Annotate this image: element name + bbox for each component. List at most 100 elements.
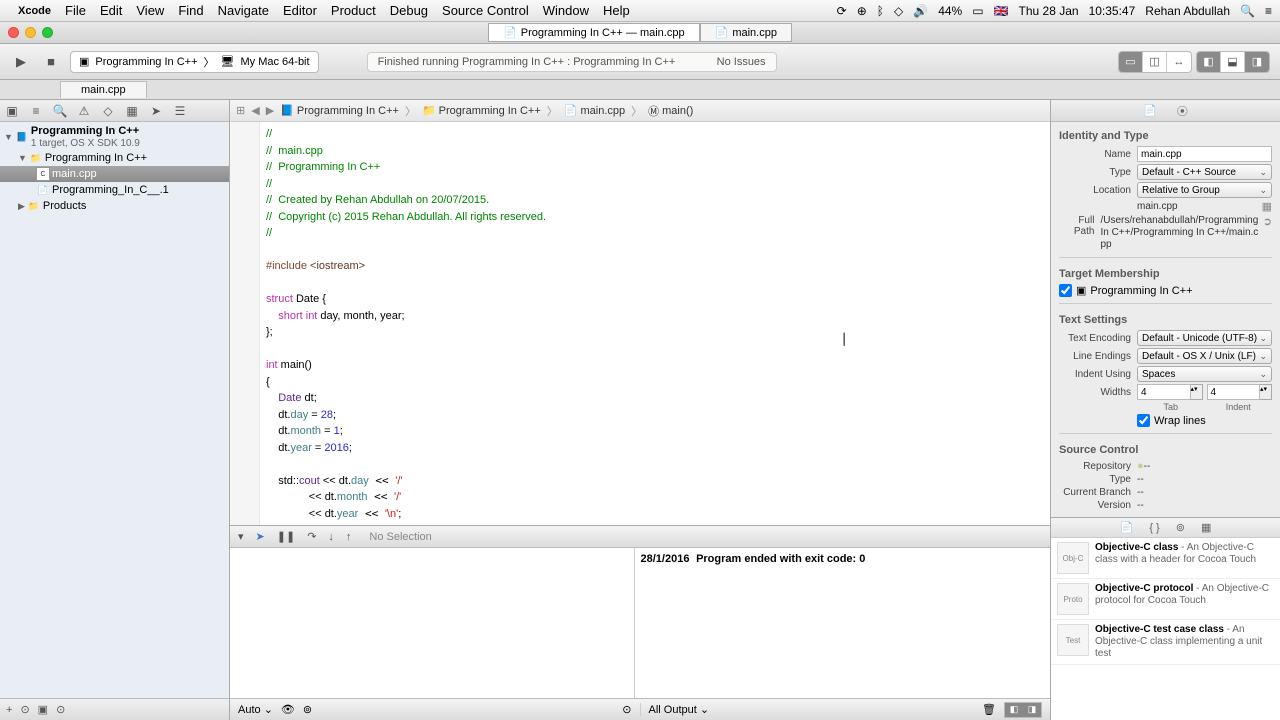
wifi-icon[interactable]: ◇: [894, 4, 903, 18]
step-into-icon[interactable]: ↓: [328, 531, 334, 543]
folder-row[interactable]: ▶ 📁 Products: [0, 198, 229, 214]
scheme-selector[interactable]: ▣ Programming In C++ 〉 🖥 My Mac 64-bit: [70, 51, 319, 73]
auto-scope-selector[interactable]: Auto ⌄: [238, 703, 273, 716]
standard-editor-button[interactable]: ▭: [1119, 52, 1143, 72]
file-inspector-icon[interactable]: 📄: [1143, 104, 1157, 117]
assistant-editor-button[interactable]: ◫: [1143, 52, 1167, 72]
file-row-selected[interactable]: C main.cpp: [0, 166, 229, 182]
menu-debug[interactable]: Debug: [390, 3, 428, 18]
jump-file[interactable]: 📄 main.cpp: [564, 104, 625, 117]
volume-icon[interactable]: 🔊: [913, 4, 928, 18]
jump-folder[interactable]: 📁 Programming In C++: [422, 104, 541, 117]
quick-help-icon[interactable]: ⦿: [1177, 103, 1188, 119]
folder-row[interactable]: ▼ 📁 Programming In C++: [0, 150, 229, 166]
show-utilities-button[interactable]: ◨: [1245, 52, 1269, 72]
window-zoom-button[interactable]: [42, 27, 53, 38]
forward-button[interactable]: ▶: [266, 104, 274, 117]
sync-icon[interactable]: ⟳: [837, 4, 847, 18]
related-items-icon[interactable]: ⊞: [236, 104, 245, 117]
console-view[interactable]: 28/1/2016 Program ended with exit code: …: [635, 548, 1051, 698]
show-console-toggle[interactable]: ◨: [1023, 703, 1041, 717]
step-over-icon[interactable]: ↷: [307, 530, 316, 543]
find-navigator-icon[interactable]: 🔍: [52, 104, 68, 118]
wrap-lines-checkbox[interactable]: [1137, 414, 1150, 427]
library-item[interactable]: Proto Objective-C protocol - An Objectiv…: [1051, 579, 1280, 620]
debug-navigator-icon[interactable]: ▦: [124, 104, 140, 118]
menu-file[interactable]: File: [65, 3, 86, 18]
hide-debug-icon[interactable]: ▾: [238, 530, 244, 543]
back-button[interactable]: ◀: [251, 104, 259, 117]
quicklook-icon[interactable]: 👁: [281, 703, 295, 716]
variables-view[interactable]: [230, 548, 635, 698]
window-tab-active[interactable]: 📄 Programming In C++ — main.cpp: [488, 23, 700, 42]
debug-pane-toggle[interactable]: ◧ ◨: [1004, 702, 1042, 718]
thread-selector[interactable]: No Selection: [369, 531, 431, 543]
clear-console-icon[interactable]: 🗑: [982, 703, 996, 716]
menu-navigate[interactable]: Navigate: [218, 3, 269, 18]
menu-editor[interactable]: Editor: [283, 3, 317, 18]
step-out-icon[interactable]: ↑: [346, 531, 352, 543]
jump-project[interactable]: 📘 Programming In C++: [280, 104, 399, 117]
text-encoding-select[interactable]: Default - Unicode (UTF-8): [1137, 330, 1272, 346]
filter-field[interactable]: ⊙: [56, 703, 65, 716]
add-button[interactable]: +: [6, 704, 12, 716]
project-row[interactable]: ▼ 📘 Programming In C++ 1 target, OS X SD…: [0, 124, 229, 150]
project-navigator-icon[interactable]: ▣: [4, 104, 20, 118]
window-minimize-button[interactable]: [25, 27, 36, 38]
line-endings-select[interactable]: Default - OS X / Unix (LF): [1137, 348, 1272, 364]
reveal-path-icon[interactable]: ➲: [1263, 215, 1272, 228]
indent-using-select[interactable]: Spaces: [1137, 366, 1272, 382]
editor-mode-buttons[interactable]: ▭ ◫ ↔: [1118, 51, 1192, 73]
indent-width-stepper[interactable]: 4▴▾: [1207, 384, 1273, 400]
notification-icon[interactable]: ≡: [1265, 4, 1272, 18]
menu-view[interactable]: View: [136, 3, 164, 18]
filter-vars[interactable]: ⊙: [622, 703, 631, 716]
version-editor-button[interactable]: ↔: [1167, 52, 1191, 72]
issue-navigator-icon[interactable]: ⚠: [76, 104, 92, 118]
code-snippet-library-icon[interactable]: { }: [1149, 522, 1159, 534]
menu-user[interactable]: Rehan Abdullah: [1145, 4, 1230, 18]
jump-symbol[interactable]: Ⓜ main(): [648, 103, 693, 119]
file-type-select[interactable]: Default - C++ Source: [1137, 164, 1272, 180]
object-library-icon[interactable]: ⊚: [1176, 521, 1185, 534]
battery-percent[interactable]: 44%: [938, 4, 962, 18]
menu-product[interactable]: Product: [331, 3, 376, 18]
target-checkbox[interactable]: [1059, 284, 1072, 297]
print-icon[interactable]: ⊚: [303, 703, 312, 716]
show-vars-toggle[interactable]: ◧: [1005, 703, 1023, 717]
file-location-select[interactable]: Relative to Group: [1137, 182, 1272, 198]
filter-scm-icon[interactable]: ▣: [38, 703, 48, 716]
file-template-library-icon[interactable]: 📄: [1120, 521, 1134, 534]
source-editor[interactable]: // // main.cpp // Programming In C++ // …: [260, 122, 1050, 525]
tab-width-stepper[interactable]: 4▴▾: [1137, 384, 1203, 400]
bluetooth-icon[interactable]: ᛒ: [877, 4, 884, 18]
menu-help[interactable]: Help: [603, 3, 630, 18]
file-name-field[interactable]: main.cpp: [1137, 146, 1272, 162]
run-button[interactable]: ▶: [10, 51, 32, 73]
library-list[interactable]: Obj-C Objective-C class - An Objective-C…: [1051, 538, 1280, 720]
editor-tab[interactable]: main.cpp: [60, 81, 147, 98]
output-scope-selector[interactable]: All Output ⌄: [649, 703, 710, 716]
menu-edit[interactable]: Edit: [100, 3, 122, 18]
window-tab[interactable]: 📄 main.cpp: [700, 23, 792, 42]
symbol-navigator-icon[interactable]: ≡: [28, 104, 44, 118]
log-navigator-icon[interactable]: ☰: [172, 104, 188, 118]
menu-source-control[interactable]: Source Control: [442, 3, 529, 18]
media-library-icon[interactable]: ▦: [1201, 521, 1211, 534]
stop-button[interactable]: ■: [40, 51, 62, 73]
breakpoints-icon[interactable]: ➤: [256, 530, 265, 543]
window-close-button[interactable]: [8, 27, 19, 38]
show-navigator-button[interactable]: ◧: [1197, 52, 1221, 72]
continue-icon[interactable]: ❚❚: [277, 530, 295, 543]
menu-find[interactable]: Find: [178, 3, 203, 18]
view-buttons[interactable]: ◧ ⬓ ◨: [1196, 51, 1270, 73]
show-debug-button[interactable]: ⬓: [1221, 52, 1245, 72]
dropbox-icon[interactable]: ⊕: [857, 4, 867, 18]
library-item[interactable]: Obj-C Objective-C class - An Objective-C…: [1051, 538, 1280, 579]
test-navigator-icon[interactable]: ◇: [100, 104, 116, 118]
library-item[interactable]: Test Objective-C test case class - An Ob…: [1051, 620, 1280, 665]
filter-recent-icon[interactable]: ⊙: [20, 703, 29, 716]
line-gutter[interactable]: [230, 122, 260, 525]
spotlight-icon[interactable]: 🔍: [1240, 4, 1255, 18]
input-flag[interactable]: 🇬🇧: [994, 4, 1009, 18]
